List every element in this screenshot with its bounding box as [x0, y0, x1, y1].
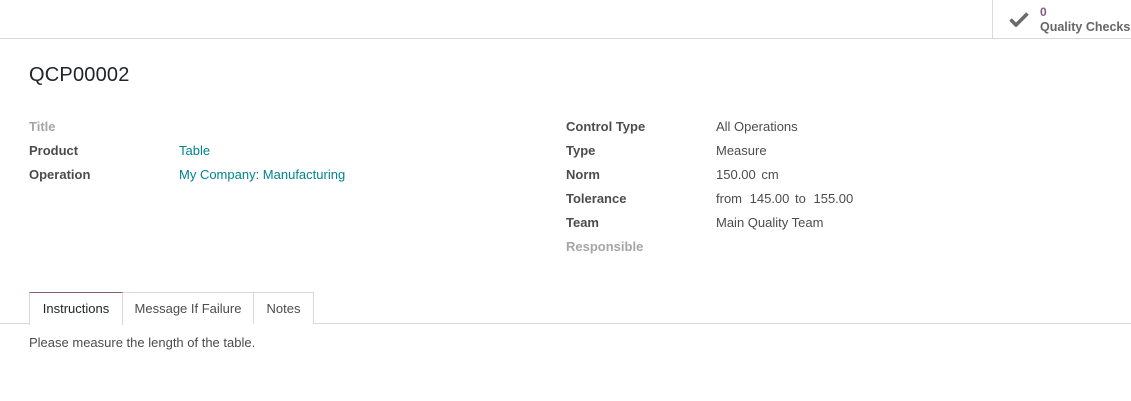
team-value: Main Quality Team	[716, 215, 824, 230]
norm-value: 150.00	[716, 167, 756, 182]
tab-message-if-failure[interactable]: Message If Failure	[122, 292, 254, 324]
norm-label-row: Norm	[566, 165, 600, 185]
product-label: Product	[29, 143, 79, 158]
type-label-row: Type	[566, 141, 595, 161]
button-box: 0 Quality Checks	[0, 0, 1131, 39]
operation-label: Operation	[29, 167, 91, 182]
norm-label: Norm	[566, 167, 600, 182]
tolerance-label-row: Tolerance	[566, 189, 626, 209]
control-type-value-row: All Operations	[716, 117, 798, 137]
type-value: Measure	[716, 143, 767, 158]
check-icon	[1009, 11, 1029, 28]
type-label: Type	[566, 143, 596, 158]
product-value-row: Table	[179, 141, 210, 161]
tolerance-to-text: to	[795, 191, 806, 206]
tolerance-min-value: 145.00	[749, 191, 790, 206]
quality-checks-count: 0	[1040, 5, 1047, 19]
tab-notes-label: Notes	[266, 301, 301, 316]
title-field[interactable]: Title	[29, 117, 56, 137]
norm-unit: cm	[761, 167, 779, 182]
tolerance-from-text: from	[716, 191, 742, 206]
tab-message-if-failure-label: Message If Failure	[134, 301, 242, 316]
responsible-label: Responsible	[566, 239, 644, 254]
operation-link[interactable]: My Company: Manufacturing	[179, 167, 345, 182]
control-type-label-row: Control Type	[566, 117, 645, 137]
quality-checks-label: Quality Checks	[1040, 20, 1131, 34]
team-label-row: Team	[566, 213, 599, 233]
norm-value-row: 150.00 cm	[716, 165, 779, 185]
operation-value-row: My Company: Manufacturing	[179, 165, 345, 185]
responsible-field[interactable]: Responsible	[566, 237, 643, 257]
tolerance-max-value: 155.00	[813, 191, 854, 206]
tab-instructions-label: Instructions	[42, 301, 110, 316]
record-title: QCP00002	[29, 64, 130, 86]
tolerance-value-row: from 145.00 to 155.00	[716, 189, 853, 209]
instructions-content: Please measure the length of the table.	[29, 335, 256, 350]
tab-notes[interactable]: Notes	[253, 292, 314, 324]
team-label: Team	[566, 215, 599, 230]
product-label-row: Product	[29, 141, 78, 161]
tab-instructions[interactable]: Instructions	[29, 292, 123, 325]
quality-checks-button[interactable]: 0 Quality Checks	[992, 0, 1131, 39]
operation-label-row: Operation	[29, 165, 90, 185]
control-type-label: Control Type	[566, 119, 646, 134]
title-label: Title	[29, 119, 56, 134]
type-value-row: Measure	[716, 141, 767, 161]
tolerance-label: Tolerance	[566, 191, 627, 206]
control-type-value: All Operations	[716, 119, 798, 134]
team-value-row: Main Quality Team	[716, 213, 823, 233]
product-link[interactable]: Table	[179, 143, 210, 158]
